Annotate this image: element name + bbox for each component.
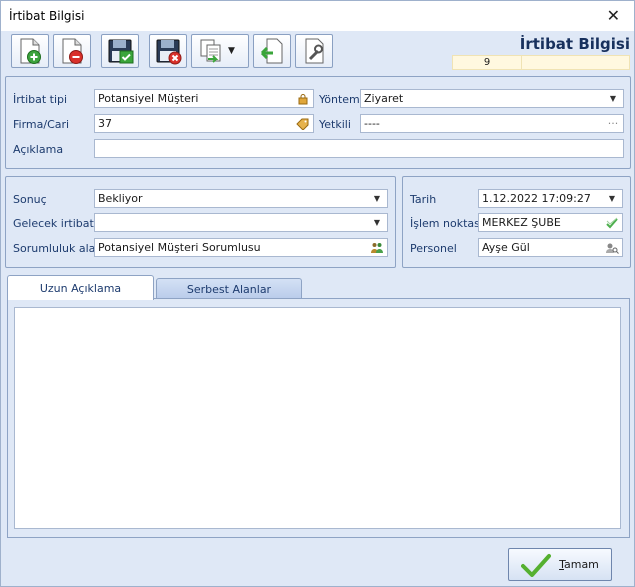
window-title: İrtibat Bilgisi [9, 9, 85, 23]
general-panel: İrtibat tipi Potansiyel Müşteri Yöntem Z… [5, 76, 631, 169]
yetkili-value: ---- [364, 117, 380, 130]
uzun-aciklama-memo[interactable] [14, 307, 621, 529]
record-number: 9 [452, 55, 522, 70]
ellipsis-icon[interactable]: ··· [605, 116, 621, 132]
tab-serbest-alanlar[interactable]: Serbest Alanlar [156, 278, 302, 299]
islem-noktasi-field[interactable]: MERKEZ ŞUBE [478, 213, 623, 232]
floppy-cancel-icon [156, 39, 182, 65]
sonuc-value: Bekliyor [98, 192, 143, 205]
check-icon[interactable] [604, 215, 620, 231]
tarih-value: 1.12.2022 17:09:27 [482, 192, 591, 205]
tarih-label: Tarih [410, 193, 437, 206]
personel-field[interactable]: Ayşe Gül [478, 238, 623, 257]
chevron-down-icon[interactable]: ▼ [369, 191, 385, 207]
chevron-down-icon[interactable]: ▼ [369, 215, 385, 231]
copy-icon [200, 39, 221, 63]
close-icon[interactable]: ✕ [607, 6, 620, 25]
sonuc-select[interactable]: Bekliyor ▼ [94, 189, 388, 208]
user-search-icon[interactable] [604, 240, 620, 256]
save-button[interactable] [101, 34, 139, 68]
sonuc-label: Sonuç [13, 193, 47, 206]
dialog-window: İrtibat Bilgisi ✕ ▼ İrtibat Bilgisi 9 İr… [0, 0, 635, 587]
floppy-check-icon [108, 39, 134, 64]
tab-uzun-aciklama[interactable]: Uzun Açıklama [7, 275, 154, 300]
sorumluluk-value: Potansiyel Müşteri Sorumlusu [98, 241, 261, 254]
firma-cari-field[interactable]: 37 [94, 114, 314, 133]
new-record-button[interactable] [11, 34, 49, 68]
checkmark-icon [521, 553, 552, 577]
gelecek-irtibat-select[interactable]: ▼ [94, 213, 388, 232]
tools-button[interactable] [295, 34, 333, 68]
firma-cari-label: Firma/Cari [13, 118, 70, 131]
delete-record-button[interactable] [53, 34, 91, 68]
gelecek-irtibat-label: Gelecek irtibat [13, 217, 94, 230]
record-number-extra [522, 55, 630, 70]
arrow-left-icon [260, 38, 283, 64]
irtibat-tipi-field[interactable]: Potansiyel Müşteri [94, 89, 314, 108]
wrench-icon [305, 38, 324, 64]
users-icon[interactable] [369, 240, 385, 256]
islem-noktasi-label: İşlem noktası [410, 217, 483, 230]
irtibat-tipi-label: İrtibat tipi [13, 93, 68, 106]
yetkili-label: Yetkili [319, 118, 351, 131]
tamam-button[interactable]: Tamam [508, 548, 612, 581]
chevron-down-icon[interactable]: ▼ [605, 91, 621, 107]
title-bar: İrtibat Bilgisi ✕ [1, 1, 634, 31]
lock-icon [295, 91, 311, 107]
chevron-down-icon[interactable]: ▼ [604, 191, 620, 207]
tag-icon[interactable] [295, 116, 311, 132]
islem-noktasi-value: MERKEZ ŞUBE [482, 216, 561, 229]
tamam-label: Tamam [559, 558, 599, 571]
yontem-value: Ziyaret [364, 92, 404, 105]
toolbar: ▼ [11, 34, 333, 70]
tab-page-uzun-aciklama [7, 298, 630, 538]
back-button[interactable] [253, 34, 291, 68]
result-panel: Sonuç Bekliyor ▼ Gelecek irtibat ▼ Sorum… [5, 176, 396, 268]
yetkili-field[interactable]: ---- ··· [360, 114, 624, 133]
save-cancel-button[interactable] [149, 34, 187, 68]
document-remove-icon [62, 38, 83, 64]
copy-dropdown-button[interactable]: ▼ [191, 34, 249, 68]
form-brand-title: İrtibat Bilgisi [519, 35, 630, 53]
sorumluluk-field[interactable]: Potansiyel Müşteri Sorumlusu [94, 238, 388, 257]
firma-cari-value: 37 [98, 117, 112, 130]
document-add-icon [20, 38, 41, 64]
tarih-field[interactable]: 1.12.2022 17:09:27 ▼ [478, 189, 623, 208]
yontem-label: Yöntem [319, 93, 360, 106]
yontem-select[interactable]: Ziyaret ▼ [360, 89, 624, 108]
record-number-box: 9 [452, 55, 630, 70]
aciklama-field[interactable] [94, 139, 624, 158]
irtibat-tipi-value: Potansiyel Müşteri [98, 92, 199, 105]
aciklama-label: Açıklama [13, 143, 64, 156]
personel-value: Ayşe Gül [482, 241, 530, 254]
chevron-down-icon[interactable]: ▼ [228, 46, 235, 56]
sorumluluk-label: Sorumluluk alanı [13, 242, 106, 255]
meta-panel: Tarih 1.12.2022 17:09:27 ▼ İşlem noktası… [402, 176, 631, 268]
personel-label: Personel [410, 242, 457, 255]
